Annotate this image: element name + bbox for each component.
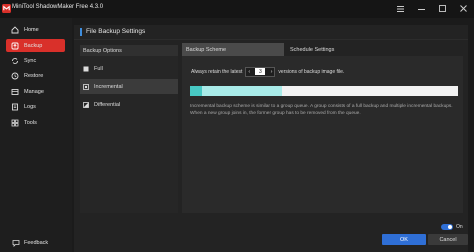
sidebar-item-label: Restore: [24, 72, 44, 79]
toggle-label: On: [456, 224, 463, 230]
dialog-title: File Backup Settings: [86, 28, 146, 35]
menu-icon[interactable]: [396, 3, 405, 14]
scheme-toggle-row: On: [441, 224, 463, 230]
option-differential[interactable]: Differential: [80, 97, 178, 112]
sidebar: Home Backup Sync Restore Manage Logs Too…: [0, 18, 72, 252]
backup-options-header: Backup Options: [80, 45, 178, 56]
increment-icon[interactable]: ›: [269, 69, 275, 75]
full-backup-segment: [190, 86, 202, 96]
tab-schedule-settings[interactable]: Schedule Settings: [286, 43, 382, 56]
sidebar-item-label: Home: [24, 26, 39, 33]
option-full[interactable]: Full: [80, 61, 178, 76]
sidebar-item-manage[interactable]: Manage: [6, 85, 65, 98]
version-count-stepper[interactable]: ‹ 3 ›: [245, 66, 276, 77]
cancel-button[interactable]: Cancel: [428, 234, 468, 245]
tools-icon: [11, 119, 19, 127]
backup-options-panel: Full Incremental Differential: [80, 56, 178, 213]
scheme-toggle[interactable]: [441, 224, 453, 230]
tab-backup-scheme[interactable]: Backup Scheme: [182, 43, 284, 56]
ok-button[interactable]: OK: [382, 234, 426, 245]
maximize-icon[interactable]: [438, 3, 447, 14]
incremental-segment: [202, 86, 282, 96]
minimize-icon[interactable]: [417, 3, 426, 14]
retain-prefix-text: Always retain the latest: [191, 68, 243, 75]
retain-versions-row: Always retain the latest ‹ 3 › versions …: [191, 66, 344, 77]
sidebar-item-backup[interactable]: Backup: [6, 39, 65, 52]
manage-icon: [11, 88, 19, 96]
scheme-diagram-bar: [190, 86, 458, 96]
decrement-icon[interactable]: ‹: [246, 69, 252, 75]
option-label: Differential: [94, 101, 121, 108]
differential-backup-icon: [83, 101, 89, 108]
dialog-header: File Backup Settings: [74, 25, 468, 40]
sync-icon: [11, 57, 19, 65]
sidebar-item-restore[interactable]: Restore: [6, 69, 65, 82]
app-logo-icon: [2, 4, 11, 13]
option-label: Incremental: [94, 83, 123, 90]
logs-icon: [11, 103, 19, 111]
sidebar-item-label: Logs: [24, 103, 36, 110]
option-incremental[interactable]: Incremental: [80, 79, 178, 94]
home-icon: [11, 25, 19, 34]
sidebar-item-tools[interactable]: Tools: [6, 116, 65, 129]
title-accent: [80, 28, 82, 36]
restore-icon: [11, 72, 19, 80]
sidebar-item-logs[interactable]: Logs: [6, 100, 65, 113]
backup-icon: [11, 42, 19, 50]
scheme-description: Incremental backup scheme is similar to …: [190, 104, 453, 116]
close-icon[interactable]: [459, 3, 468, 14]
feedback-icon: [12, 234, 20, 252]
title-bar: MiniTool ShadowMaker Free 4.3.0: [0, 0, 474, 18]
app-title: MiniTool ShadowMaker Free 4.3.0: [12, 4, 104, 10]
option-label: Full: [94, 65, 103, 72]
scheme-content-panel: [182, 56, 463, 213]
sidebar-item-label: Tools: [24, 119, 37, 126]
version-count-value[interactable]: 3: [255, 68, 266, 75]
full-backup-icon: [83, 66, 89, 72]
sidebar-item-label: Sync: [24, 57, 37, 64]
sidebar-item-home[interactable]: Home: [6, 23, 65, 36]
incremental-backup-icon: [83, 83, 89, 90]
sidebar-item-label: Manage: [24, 88, 44, 95]
sidebar-item-sync[interactable]: Sync: [6, 54, 65, 67]
feedback-button[interactable]: Feedback: [12, 234, 48, 252]
sidebar-item-label: Backup: [24, 42, 43, 49]
retain-suffix-text: versions of backup image file.: [278, 68, 345, 75]
feedback-label: Feedback: [24, 240, 49, 246]
